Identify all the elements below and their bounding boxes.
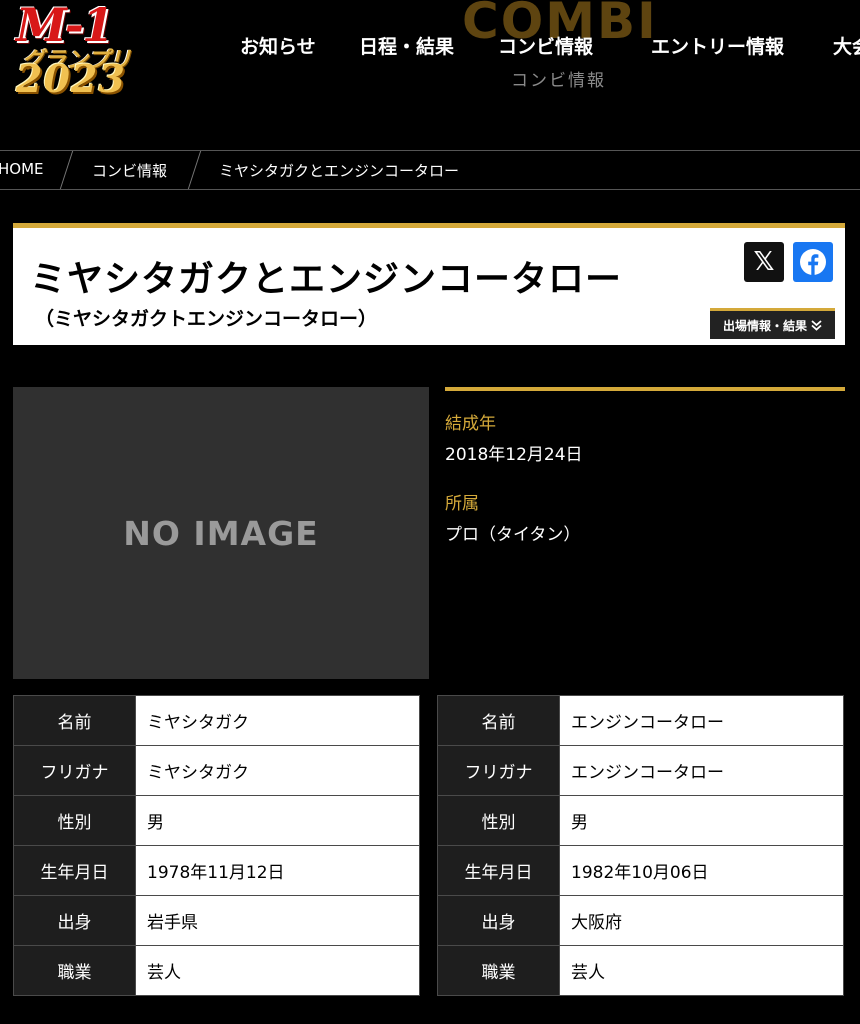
profile-value: ミヤシタガク	[135, 745, 420, 796]
profile-key: 生年月日	[437, 845, 560, 896]
table-row: 出身 岩手県	[13, 895, 420, 946]
profile-key: 名前	[437, 695, 560, 746]
nav-item-tournament[interactable]: 大会	[833, 32, 860, 59]
table-row: 出身 大阪府	[437, 895, 844, 946]
combi-photo-placeholder: NO IMAGE	[13, 387, 429, 679]
nav-item-entry[interactable]: エントリー情報	[651, 32, 784, 59]
global-nav: COMBI お知らせ 日程・結果 コンビ情報 エントリー情報 大会 コンビ情報	[0, 0, 860, 110]
nav-active-subtitle: コンビ情報	[511, 71, 606, 91]
breadcrumb: HOME コンビ情報 ミヤシタガクとエンジンコータロー	[0, 150, 860, 190]
breadcrumb-separator	[187, 151, 202, 189]
agency-value: プロ（タイタン）	[445, 525, 581, 545]
profile-key: 職業	[13, 945, 136, 996]
profile-key: 生年月日	[13, 845, 136, 896]
formed-value: 2018年12月24日	[445, 445, 583, 465]
profile-key: 性別	[13, 795, 136, 846]
profile-value: 1978年11月12日	[135, 845, 420, 896]
profile-value: エンジンコータロー	[559, 695, 844, 746]
profile-value: 芸人	[559, 945, 844, 996]
nav-item-news[interactable]: お知らせ	[240, 32, 316, 59]
profile-key: 出身	[437, 895, 560, 946]
table-row: 性別男	[13, 795, 420, 846]
member-profile-table-2: 名前 エンジンコータロー フリガナ エンジンコータロー 性別男 生年月日 1982年1…	[437, 695, 844, 996]
agency-label: 所属	[445, 494, 479, 514]
no-image-text: NO IMAGE	[123, 513, 319, 553]
breadcrumb-home[interactable]: HOME	[0, 160, 44, 178]
profile-value: ミヤシタガク	[135, 695, 420, 746]
profile-value: 1982年10月06日	[559, 845, 844, 896]
profile-key: 出身	[13, 895, 136, 946]
breadcrumb-current: ミヤシタガクとエンジンコータロー	[219, 162, 460, 180]
table-row: フリガナ ミヤシタガク	[13, 745, 420, 796]
profile-value: 男	[559, 795, 844, 846]
profile-key: 性別	[437, 795, 560, 846]
breadcrumb-combi[interactable]: コンビ情報	[92, 160, 167, 181]
member-profile-table-1: 名前 ミヤシタガク フリガナ ミヤシタガク 性別男 生年月日 1978年11月12日 …	[13, 695, 420, 996]
info-accent-bar	[445, 387, 845, 391]
table-row: 名前 エンジンコータロー	[437, 695, 844, 746]
nav-item-combi[interactable]: コンビ情報	[498, 32, 593, 59]
combi-kana: （ミヤシタガクトエンジンコータロー）	[35, 308, 378, 330]
profile-value: 大阪府	[559, 895, 844, 946]
profile-value: 男	[135, 795, 420, 846]
share-facebook-button[interactable]	[793, 242, 833, 282]
results-dropdown-button[interactable]: 出場情報・結果	[710, 308, 835, 339]
profile-key: 名前	[13, 695, 136, 746]
table-row: 性別男	[437, 795, 844, 846]
profile-value: エンジンコータロー	[559, 745, 844, 796]
table-row: フリガナ エンジンコータロー	[437, 745, 844, 796]
profile-key: 職業	[437, 945, 560, 996]
table-row: 職業 芸人	[13, 945, 420, 996]
table-row: 生年月日 1978年11月12日	[13, 845, 420, 896]
results-button-label: 出場情報・結果	[722, 318, 807, 333]
nav-item-schedule[interactable]: 日程・結果	[359, 32, 454, 59]
breadcrumb-separator	[59, 151, 74, 189]
table-row: 職業 芸人	[437, 945, 844, 996]
profile-value: 芸人	[135, 945, 420, 996]
profile-key: フリガナ	[437, 745, 560, 796]
combi-info: 結成年 2018年12月24日 所属 プロ（タイタン）	[445, 387, 845, 545]
formed-label: 結成年	[445, 414, 496, 434]
profile-value: 岩手県	[135, 895, 420, 946]
share-x-button[interactable]: 𝕏	[744, 242, 784, 282]
table-row: 名前 ミヤシタガク	[13, 695, 420, 746]
combi-name: ミヤシタガクとエンジンコータロー	[30, 259, 623, 300]
facebook-icon	[800, 249, 826, 275]
double-chevron-down-icon	[811, 319, 822, 331]
table-row: 生年月日 1982年10月06日	[437, 845, 844, 896]
x-logo-icon: 𝕏	[753, 247, 775, 277]
profile-key: フリガナ	[13, 745, 136, 796]
combi-title-card: ミヤシタガクとエンジンコータロー （ミヤシタガクトエンジンコータロー） 𝕏 出場…	[13, 223, 845, 345]
